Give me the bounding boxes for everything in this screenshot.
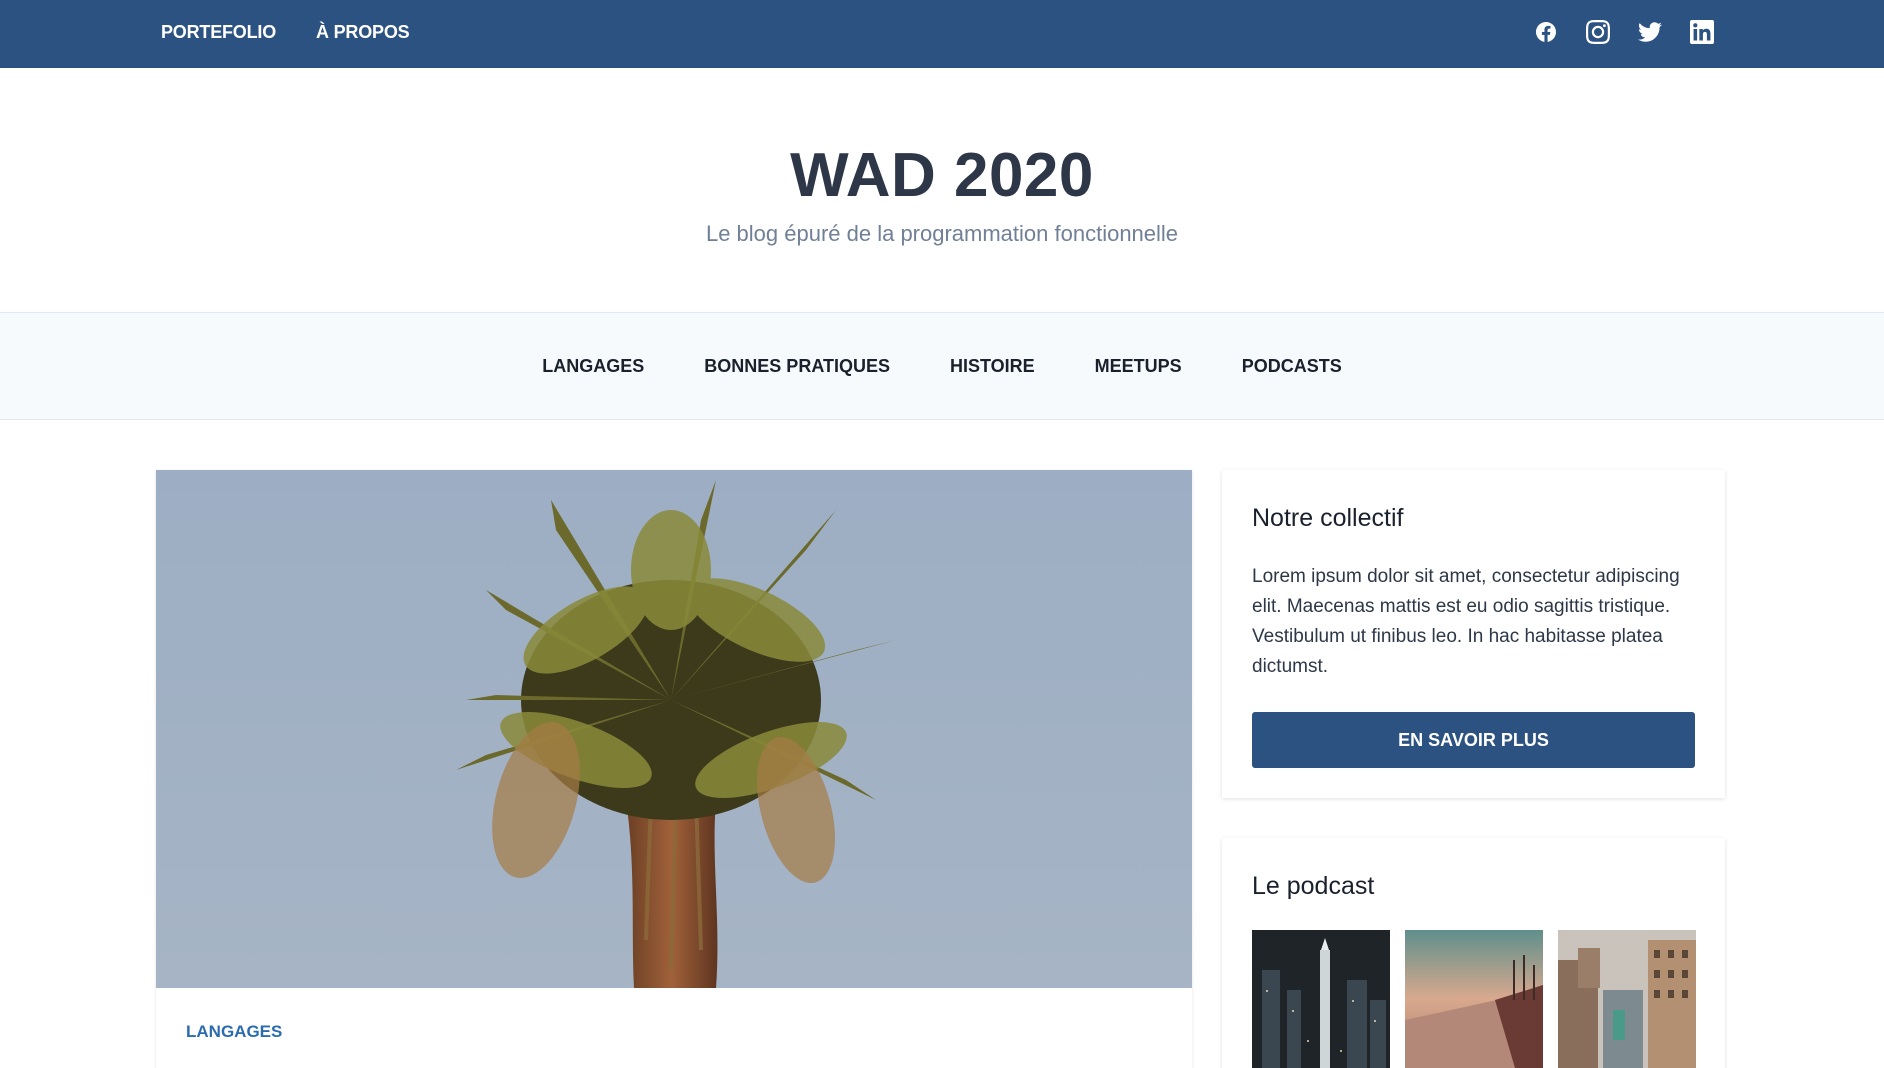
- article-card: LANGAGES: [156, 470, 1192, 1068]
- social-links: [1534, 0, 1714, 64]
- twitter-icon[interactable]: [1638, 20, 1662, 44]
- facebook-icon[interactable]: [1534, 20, 1558, 44]
- podcast-thumbnails: [1252, 930, 1696, 1068]
- about-card-title: Notre collectif: [1252, 504, 1404, 532]
- podcast-thumbnail[interactable]: [1558, 930, 1696, 1068]
- podcast-card: Le podcast: [1222, 838, 1725, 1068]
- site-subtitle: Le blog épuré de la programmation foncti…: [705, 221, 1179, 246]
- category-link-langages[interactable]: LANGAGES: [542, 356, 644, 377]
- category-nav: LANGAGES BONNES PRATIQUES HISTOIRE MEETU…: [0, 312, 1884, 420]
- site-header: WAD 2020 Le blog épuré de la programmati…: [0, 68, 1884, 312]
- category-link-bonnes-pratiques[interactable]: BONNES PRATIQUES: [704, 356, 890, 377]
- instagram-icon[interactable]: [1586, 20, 1610, 44]
- article-image[interactable]: [156, 470, 1192, 988]
- about-card: Notre collectif Lorem ipsum dolor sit am…: [1222, 470, 1725, 798]
- top-nav: PORTEFOLIO À PROPOS: [161, 0, 410, 64]
- learn-more-button[interactable]: EN SAVOIR PLUS: [1252, 712, 1695, 768]
- article-category-link[interactable]: LANGAGES: [186, 1022, 282, 1042]
- site-title[interactable]: WAD 2020: [0, 140, 1884, 211]
- linkedin-icon[interactable]: [1690, 20, 1714, 44]
- podcast-thumbnail[interactable]: [1405, 930, 1543, 1068]
- top-bar: PORTEFOLIO À PROPOS: [0, 0, 1884, 68]
- category-link-podcasts[interactable]: PODCASTS: [1242, 356, 1342, 377]
- podcast-thumbnail[interactable]: [1252, 930, 1390, 1068]
- nav-link-portfolio[interactable]: PORTEFOLIO: [161, 22, 276, 43]
- about-card-text: Lorem ipsum dolor sit amet, consectetur …: [1252, 566, 1680, 677]
- nav-link-about[interactable]: À PROPOS: [316, 22, 410, 43]
- category-link-histoire[interactable]: HISTOIRE: [950, 356, 1035, 377]
- podcast-card-title: Le podcast: [1252, 872, 1375, 900]
- category-link-meetups[interactable]: MEETUPS: [1095, 356, 1182, 377]
